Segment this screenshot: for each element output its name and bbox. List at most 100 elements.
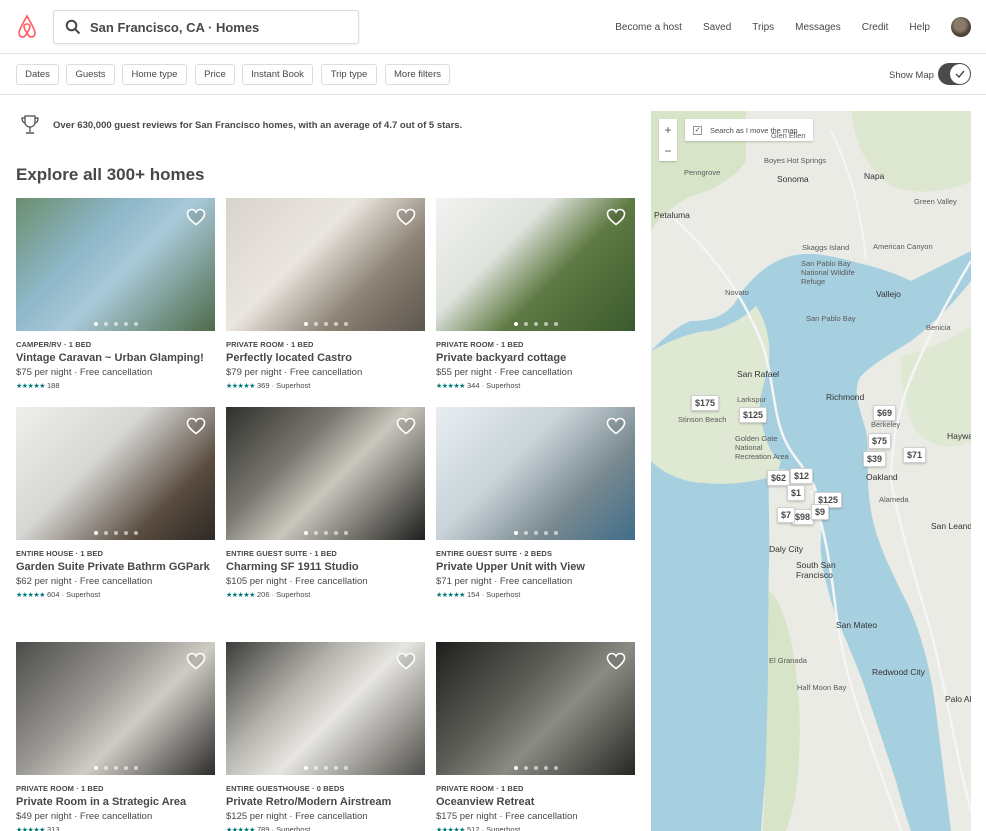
search-input[interactable]: San Francisco, CA · Homes <box>90 20 259 35</box>
listing-card[interactable]: CAMPER/RV · 1 BED Vintage Caravan ~ Urban… <box>16 198 215 390</box>
heart-icon[interactable] <box>186 208 206 226</box>
map-price-pin[interactable]: $9 <box>811 504 830 520</box>
map-price-pin[interactable]: $7 <box>777 507 796 523</box>
photo-carousel-dots <box>436 322 635 326</box>
listing-price: $55 per night · Free cancellation <box>436 367 573 378</box>
listing-type: ENTIRE GUEST SUITE · 2 BEDS <box>436 549 553 558</box>
map-price-pin[interactable]: $12 <box>790 468 814 484</box>
star-rating-icon: ★★★★★ <box>226 827 255 831</box>
listing-card[interactable]: ENTIRE GUEST SUITE · 1 BED Charming SF 19… <box>226 407 425 599</box>
listing-card[interactable]: ENTIRE GUEST SUITE · 2 BEDS Private Upper… <box>436 407 635 599</box>
map-price-pin[interactable]: $69 <box>873 405 897 421</box>
review-count: 313 <box>46 825 60 831</box>
listing-photo[interactable] <box>436 642 635 775</box>
map-price-pin[interactable]: $125 <box>739 407 768 423</box>
nav-help[interactable]: Help <box>909 22 930 33</box>
photo-carousel-dots <box>16 531 215 535</box>
filter-more-filters-button[interactable]: More filters <box>385 64 450 85</box>
zoom-out-button[interactable]: − <box>659 140 677 161</box>
map-price-pin[interactable]: $71 <box>903 447 927 463</box>
map[interactable]: + − ✓ Search as I move the map Petaluma … <box>651 111 971 831</box>
listing-card[interactable]: ENTIRE HOUSE · 1 BED Garden Suite Private… <box>16 407 215 599</box>
listing-title[interactable]: Garden Suite Private Bathrm GGPark <box>16 561 215 573</box>
nav-become-a-host[interactable]: Become a host <box>615 22 682 33</box>
search-bar[interactable]: San Francisco, CA · Homes <box>53 10 359 44</box>
listing-title[interactable]: Private Room in a Strategic Area <box>16 796 215 808</box>
nav-trips[interactable]: Trips <box>752 22 774 33</box>
heart-icon[interactable] <box>186 652 206 670</box>
listing-type: ENTIRE HOUSE · 1 BED <box>16 549 104 558</box>
filter-dates-button[interactable]: Dates <box>16 64 59 85</box>
map-price-pin[interactable]: $1 <box>787 485 806 501</box>
listing-photo[interactable] <box>436 198 635 331</box>
airbnb-logo-icon[interactable] <box>15 14 39 40</box>
review-count: 206 · Superhost <box>256 590 311 599</box>
heart-icon[interactable] <box>186 417 206 435</box>
map-price-pin[interactable]: $62 <box>767 470 791 486</box>
listing-reviews: ★★★★★ 604 · Superhost <box>16 590 215 599</box>
map-label-glen-ellen: Glen Ellen <box>771 131 806 140</box>
top-header: San Francisco, CA · Homes Become a host … <box>0 0 986 54</box>
listing-photo[interactable] <box>16 407 215 540</box>
map-label-wildlife-refuge: San Pablo Bay National Wildlife Refuge <box>801 259 855 286</box>
listing-title[interactable]: Private Retro/Modern Airstream <box>226 796 425 808</box>
filter-home-type-button[interactable]: Home type <box>122 64 187 85</box>
map-label-american-canyon: American Canyon <box>873 242 933 251</box>
photo-carousel-dots <box>226 531 425 535</box>
listing-card[interactable]: PRIVATE ROOM · 1 BED Oceanview Retreat $17… <box>436 642 635 831</box>
listing-title[interactable]: Vintage Caravan ~ Urban Glamping! <box>16 352 215 364</box>
listing-title[interactable]: Perfectly located Castro <box>226 352 425 364</box>
listing-title[interactable]: Private backyard cottage <box>436 352 635 364</box>
heart-icon[interactable] <box>606 652 626 670</box>
heart-icon[interactable] <box>606 208 626 226</box>
review-count: 789 · Superhost <box>256 825 311 831</box>
map-label-alameda: Alameda <box>879 495 909 504</box>
review-count: 154 · Superhost <box>466 590 521 599</box>
listing-photo[interactable] <box>16 198 215 331</box>
listing-card[interactable]: PRIVATE ROOM · 1 BED Perfectly located Ca… <box>226 198 425 390</box>
nav-messages[interactable]: Messages <box>795 22 841 33</box>
listing-card[interactable]: PRIVATE ROOM · 1 BED Private Room in a St… <box>16 642 215 831</box>
listing-title[interactable]: Charming SF 1911 Studio <box>226 561 425 573</box>
filter-trip-type-button[interactable]: Trip type <box>321 64 377 85</box>
map-price-pin[interactable]: $175 <box>691 395 720 411</box>
listing-reviews: ★★★★★ 206 · Superhost <box>226 590 425 599</box>
photo-carousel-dots <box>436 766 635 770</box>
listing-photo[interactable] <box>226 198 425 331</box>
review-count: 344 · Superhost <box>466 381 521 390</box>
review-count: 369 · Superhost <box>256 381 311 390</box>
show-map-toggle[interactable] <box>938 63 971 85</box>
listing-title[interactable]: Oceanview Retreat <box>436 796 635 808</box>
heart-icon[interactable] <box>396 652 416 670</box>
filter-instant-book-button[interactable]: Instant Book <box>242 64 313 85</box>
listing-photo[interactable] <box>226 407 425 540</box>
listing-reviews: ★★★★★ 313 <box>16 825 215 831</box>
avatar[interactable] <box>951 17 971 37</box>
map-zoom-controls: + − <box>659 119 677 161</box>
listing-title[interactable]: Private Upper Unit with View <box>436 561 635 573</box>
nav-credit[interactable]: Credit <box>862 22 889 33</box>
photo-carousel-dots <box>16 766 215 770</box>
nav-saved[interactable]: Saved <box>703 22 731 33</box>
zoom-in-button[interactable]: + <box>659 119 677 140</box>
listing-photo[interactable] <box>16 642 215 775</box>
listing-photo[interactable] <box>226 642 425 775</box>
heart-icon[interactable] <box>396 208 416 226</box>
photo-carousel-dots <box>16 322 215 326</box>
listing-price: $75 per night · Free cancellation <box>16 367 153 378</box>
listing-card[interactable]: PRIVATE ROOM · 1 BED Private backyard cot… <box>436 198 635 390</box>
heart-icon[interactable] <box>396 417 416 435</box>
listing-reviews: ★★★★★ 154 · Superhost <box>436 590 635 599</box>
filter-guests-button[interactable]: Guests <box>66 64 115 85</box>
listing-photo[interactable] <box>436 407 635 540</box>
heart-icon[interactable] <box>606 417 626 435</box>
map-price-pin[interactable]: $75 <box>868 433 892 449</box>
filter-price-button[interactable]: Price <box>195 64 235 85</box>
map-price-pin[interactable]: $39 <box>863 451 887 467</box>
star-rating-icon: ★★★★★ <box>436 827 465 831</box>
listing-type: CAMPER/RV · 1 BED <box>16 340 92 349</box>
review-count: 512 · Superhost <box>466 825 521 831</box>
listing-card[interactable]: ENTIRE GUESTHOUSE · 0 BEDS Private Retro/… <box>226 642 425 831</box>
map-label-palo-alto: Palo Alto <box>945 694 971 704</box>
map-label-larkspur: Larkspur <box>737 395 767 404</box>
